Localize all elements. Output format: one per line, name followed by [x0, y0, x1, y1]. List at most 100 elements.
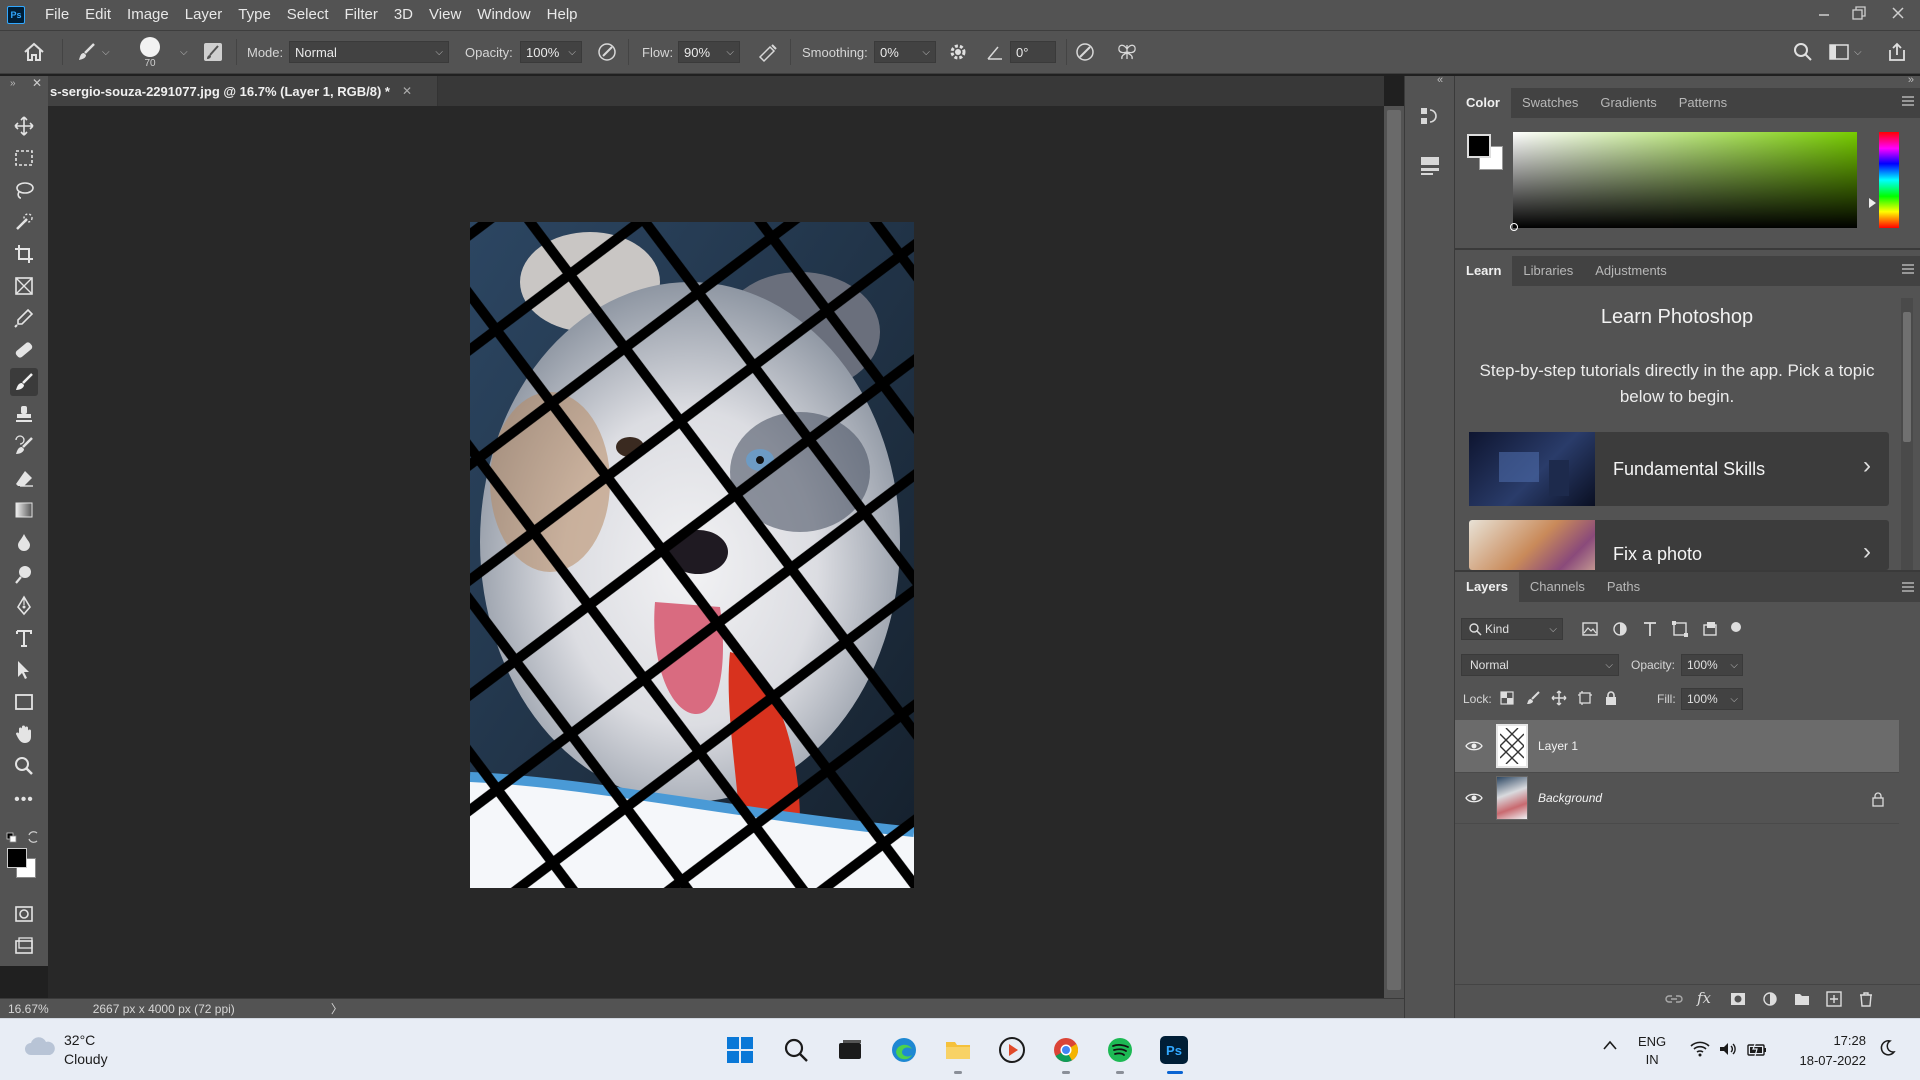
layer-filter-select[interactable]: Kind ⌵ — [1461, 618, 1563, 640]
brush-angle-input[interactable]: 0° — [1010, 41, 1056, 63]
color-picker-cursor[interactable] — [1510, 223, 1518, 231]
chrome-browser-button[interactable] — [1050, 1034, 1082, 1074]
canvas-area[interactable] — [48, 106, 1384, 998]
learn-card-fundamental-skills[interactable]: Fundamental Skills › — [1469, 432, 1889, 506]
restore-button[interactable] — [1841, 0, 1876, 26]
status-expand-icon[interactable]: 〉 — [331, 1000, 343, 1017]
quick-mask-button[interactable] — [10, 900, 38, 928]
minimize-button[interactable] — [1806, 0, 1841, 26]
menu-type[interactable]: Type — [230, 0, 279, 30]
blur-tool[interactable] — [10, 528, 38, 556]
learn-scrollbar[interactable] — [1901, 298, 1913, 570]
lasso-tool[interactable] — [10, 176, 38, 204]
link-layers-button[interactable] — [1665, 991, 1683, 1007]
home-button[interactable] — [22, 31, 46, 73]
new-adjustment-layer-button[interactable] — [1761, 991, 1779, 1007]
share-button[interactable] — [1886, 31, 1908, 73]
scrollbar-thumb[interactable] — [1903, 312, 1911, 442]
delete-layer-button[interactable] — [1857, 991, 1875, 1007]
foreground-color-swatch[interactable] — [7, 848, 27, 868]
frame-tool[interactable] — [10, 272, 38, 300]
collapse-toolbar-icon[interactable]: » — [10, 78, 16, 89]
tab-adjustments[interactable]: Adjustments — [1584, 256, 1678, 286]
close-window-button[interactable] — [1876, 0, 1920, 26]
eraser-tool[interactable] — [10, 464, 38, 492]
menu-image[interactable]: Image — [119, 0, 177, 30]
scrollbar-thumb[interactable] — [1387, 110, 1401, 990]
color-picker-field[interactable] — [1510, 132, 1857, 231]
media-player-button[interactable] — [996, 1034, 1028, 1066]
brush-size-chevron-icon[interactable]: ⌵ — [180, 47, 188, 58]
notification-button[interactable] — [1878, 1039, 1896, 1057]
workspace-switcher[interactable]: ⌵ — [1828, 31, 1862, 73]
lock-image-pixels-button[interactable] — [1525, 690, 1541, 706]
marquee-tool[interactable] — [10, 144, 38, 172]
layer-blend-mode-select[interactable]: Normal ⌵ — [1461, 654, 1619, 676]
properties-panel-button[interactable] — [1418, 154, 1442, 178]
pressure-opacity-button[interactable] — [596, 31, 618, 73]
edge-browser-button[interactable] — [888, 1034, 920, 1066]
history-brush-tool[interactable] — [10, 432, 38, 460]
add-mask-button[interactable] — [1729, 991, 1747, 1007]
new-group-button[interactable] — [1793, 991, 1811, 1007]
vertical-scrollbar[interactable] — [1384, 106, 1404, 998]
document-tab[interactable]: s-sergio-souza-2291077.jpg @ 16.7% (Laye… — [48, 76, 438, 106]
smoothing-input[interactable]: 0% ⌵ — [874, 41, 936, 63]
filter-toggle-icon[interactable] — [1731, 622, 1741, 632]
filter-shape-layers-button[interactable] — [1671, 620, 1689, 638]
clone-stamp-tool[interactable] — [10, 400, 38, 428]
blend-mode-select[interactable]: Normal ⌵ — [289, 41, 449, 63]
history-panel-button[interactable] — [1418, 104, 1442, 128]
tab-learn[interactable]: Learn — [1455, 256, 1513, 286]
gradient-tool[interactable] — [10, 496, 38, 524]
layer-row-background[interactable]: Background — [1455, 772, 1899, 824]
filter-smart-object-button[interactable] — [1701, 620, 1719, 638]
layer-name[interactable]: Layer 1 — [1538, 739, 1578, 753]
weather-text[interactable]: 32°C Cloudy — [64, 1031, 108, 1069]
default-colors-icon[interactable] — [6, 832, 18, 844]
language-indicator[interactable]: ENG IN — [1638, 1033, 1666, 1069]
fill-input[interactable]: 100% ⌵ — [1681, 688, 1743, 710]
healing-brush-tool[interactable] — [10, 336, 38, 364]
tab-color[interactable]: Color — [1455, 88, 1511, 118]
filter-type-layers-button[interactable] — [1641, 620, 1659, 638]
opacity-input[interactable]: 100% ⌵ — [520, 41, 582, 63]
eyedropper-tool[interactable] — [10, 304, 38, 332]
spotify-button[interactable] — [1104, 1034, 1136, 1074]
menu-select[interactable]: Select — [279, 0, 337, 30]
menu-file[interactable]: File — [37, 0, 77, 30]
screen-mode-button[interactable] — [10, 932, 38, 960]
battery-icon[interactable] — [1746, 1041, 1768, 1057]
learn-panel-menu-icon[interactable] — [1902, 264, 1914, 274]
eye-icon[interactable] — [1465, 791, 1483, 805]
dodge-tool[interactable] — [10, 560, 38, 588]
task-view-button[interactable] — [834, 1034, 866, 1066]
show-hidden-icons-button[interactable] — [1602, 1039, 1618, 1051]
move-tool[interactable] — [10, 112, 38, 140]
close-document-icon[interactable]: ✕ — [402, 84, 412, 98]
pen-tool[interactable] — [10, 592, 38, 620]
menu-view[interactable]: View — [421, 0, 469, 30]
search-button[interactable] — [1792, 31, 1814, 73]
expand-dock-icon[interactable]: « — [1437, 74, 1443, 86]
taskbar-search-button[interactable] — [780, 1034, 812, 1066]
wifi-icon[interactable] — [1690, 1041, 1710, 1057]
menu-window[interactable]: Window — [469, 0, 538, 30]
type-tool[interactable] — [10, 624, 38, 652]
flow-input[interactable]: 90% ⌵ — [678, 41, 740, 63]
layers-panel-menu-icon[interactable] — [1902, 582, 1914, 592]
new-layer-button[interactable] — [1825, 991, 1843, 1007]
brush-size-picker[interactable]: 70 — [140, 31, 160, 73]
symmetry-button[interactable] — [1116, 31, 1138, 73]
fx-icon[interactable]: fx — [1697, 989, 1711, 1007]
eye-icon[interactable] — [1465, 739, 1483, 753]
close-toolbar-icon[interactable]: ✕ — [32, 76, 42, 90]
brush-tool[interactable] — [10, 368, 38, 396]
filter-adjustment-layers-button[interactable] — [1611, 620, 1629, 638]
volume-icon[interactable] — [1718, 1041, 1738, 1057]
rectangle-tool[interactable] — [10, 688, 38, 716]
hue-slider-handle[interactable] — [1869, 198, 1876, 208]
menu-filter[interactable]: Filter — [337, 0, 386, 30]
edit-toolbar-button[interactable]: ••• — [10, 786, 38, 814]
weather-widget[interactable] — [22, 1035, 58, 1059]
